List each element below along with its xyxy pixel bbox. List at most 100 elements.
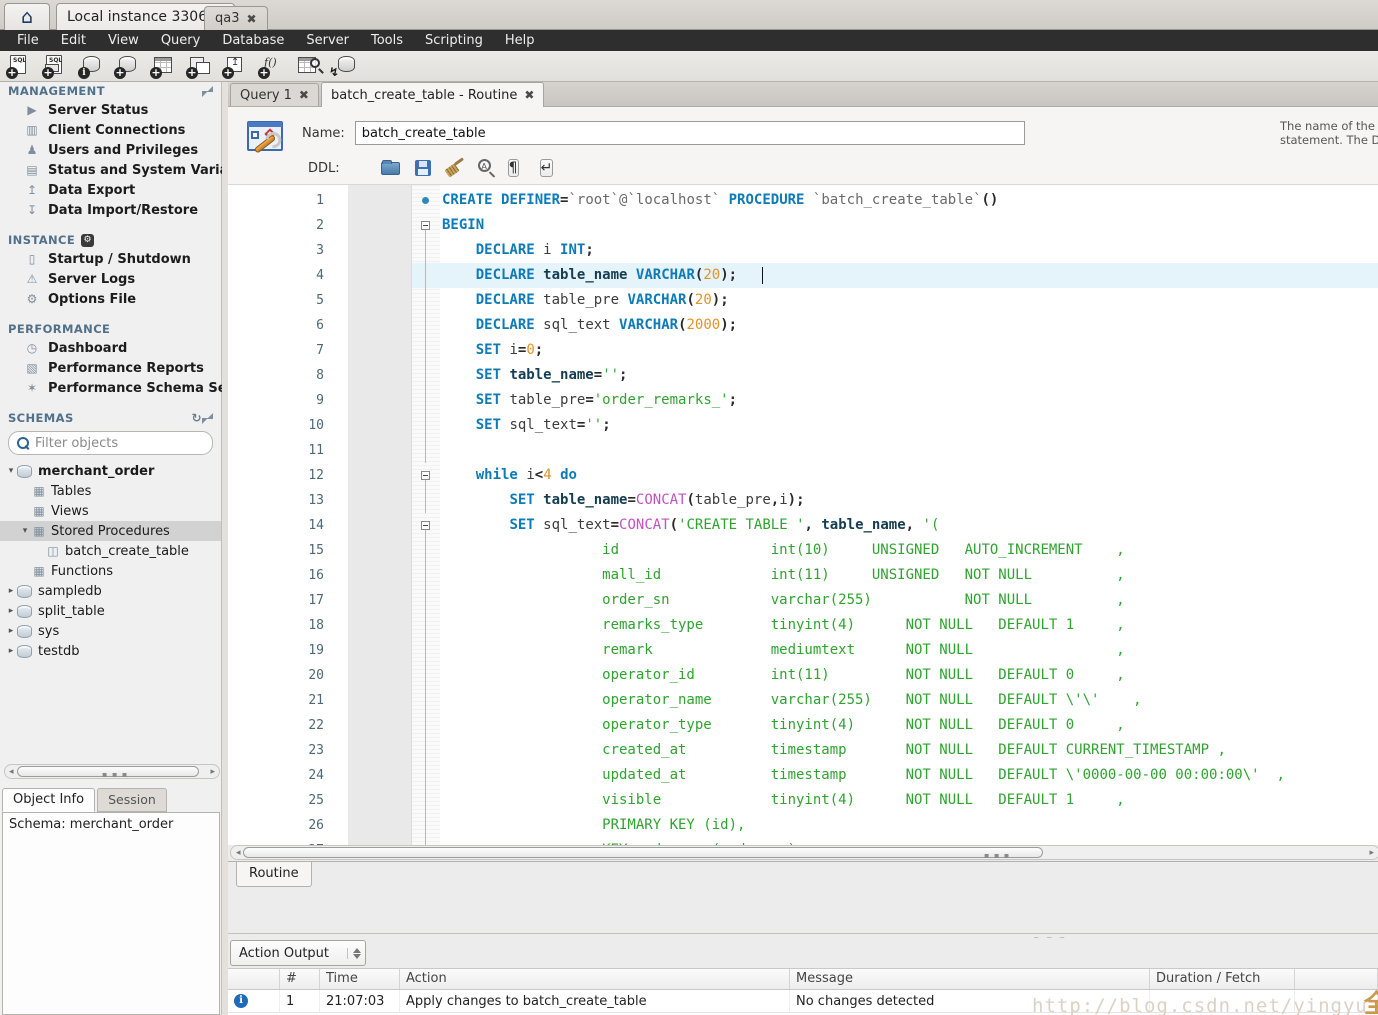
sidebar-item-options-file[interactable]: ⚙Options File bbox=[0, 289, 221, 309]
save-icon[interactable] bbox=[412, 157, 434, 179]
line-number: 2 bbox=[228, 218, 412, 233]
word-wrap-icon[interactable]: ↵ bbox=[540, 157, 562, 179]
open-file-icon[interactable] bbox=[380, 157, 402, 179]
search-data-icon[interactable] bbox=[294, 54, 321, 79]
output-column-duration-fetch[interactable]: Duration / Fetch bbox=[1150, 969, 1295, 989]
sidebar-item-data-export[interactable]: ↥Data Export bbox=[0, 180, 221, 200]
scroll-left-icon[interactable]: ◂ bbox=[236, 848, 241, 858]
tab-routine[interactable]: Routine bbox=[236, 862, 312, 887]
output-type-select[interactable]: Action Output bbox=[230, 940, 366, 966]
tree-item-testdb[interactable]: ▸testdb bbox=[0, 641, 221, 661]
create-procedure-icon[interactable]: + bbox=[222, 54, 249, 79]
routine-icon: ◫ bbox=[45, 544, 61, 558]
create-schema-icon[interactable]: + bbox=[114, 54, 141, 79]
sidebar-item-performance-schema-setup[interactable]: ✶Performance Schema Setup bbox=[0, 378, 221, 398]
tab-object-info[interactable]: Object Info bbox=[2, 788, 95, 812]
expand-icon[interactable] bbox=[202, 86, 213, 97]
output-splitter[interactable] bbox=[228, 933, 1378, 934]
chevron-right-icon[interactable]: ▸ bbox=[5, 586, 17, 596]
tab-routine-editor[interactable]: batch_create_table - Routine ✖ bbox=[321, 82, 545, 107]
sidebar-item-performance-reports[interactable]: ▧Performance Reports bbox=[0, 358, 221, 378]
code-text: DECLARE table_pre VARCHAR(20); bbox=[412, 288, 1378, 313]
menu-item-server[interactable]: Server bbox=[295, 30, 360, 51]
chevron-down-icon[interactable]: ▾ bbox=[5, 466, 17, 476]
tab-query-1[interactable]: Query 1 ✖ bbox=[230, 83, 319, 106]
chevron-down-icon[interactable]: ▾ bbox=[19, 526, 31, 536]
sidebar-horizontal-scrollbar[interactable]: ◂ ▪ ▪ ▪ ▸ bbox=[4, 764, 220, 779]
sidebar-bottom-tabs: Object Info Session bbox=[2, 788, 167, 812]
show-invisibles-icon[interactable]: ¶ bbox=[508, 157, 530, 179]
output-column-col0[interactable] bbox=[228, 969, 280, 989]
editor-horizontal-scrollbar[interactable]: ◂ ▪ ▪ ▪ ▸ bbox=[230, 845, 1378, 860]
menu-item-file[interactable]: File bbox=[6, 30, 50, 51]
tree-item-split-table[interactable]: ▸split_table bbox=[0, 601, 221, 621]
sql-code-editor[interactable]: 1CREATE DEFINER=`root`@`localhost` PROCE… bbox=[228, 185, 1378, 845]
close-icon[interactable]: ✖ bbox=[247, 13, 257, 25]
inspector-icon[interactable]: i bbox=[78, 54, 105, 79]
output-row[interactable]: i121:07:03Apply changes to batch_create_… bbox=[228, 990, 1378, 1013]
info-icon: i bbox=[234, 994, 248, 1008]
close-icon[interactable]: ✖ bbox=[299, 89, 309, 101]
wrench-icon: ⚙ bbox=[81, 234, 94, 247]
sidebar-item-status-and-system-variables[interactable]: ▤Status and System Variables bbox=[0, 160, 221, 180]
line-number: 12 bbox=[228, 468, 412, 483]
home-tab[interactable]: ⌂ bbox=[4, 3, 50, 30]
tree-item-functions[interactable]: ▦Functions bbox=[0, 561, 221, 581]
menu-item-query[interactable]: Query bbox=[150, 30, 212, 51]
sidebar-item-client-connections[interactable]: ▥Client Connections bbox=[0, 120, 221, 140]
output-column-col6[interactable] bbox=[1295, 969, 1378, 989]
create-table-icon[interactable]: + bbox=[150, 54, 177, 79]
scroll-left-icon[interactable]: ◂ bbox=[9, 767, 14, 777]
output-cell: No changes detected bbox=[790, 990, 1150, 1012]
reconnect-database-icon[interactable]: ↯ bbox=[330, 54, 357, 79]
tree-item-views[interactable]: ▦Views bbox=[0, 501, 221, 521]
sidebar-item-dashboard[interactable]: ◷Dashboard bbox=[0, 338, 221, 358]
fold-toggle-icon[interactable] bbox=[412, 513, 440, 538]
menu-item-view[interactable]: View bbox=[97, 30, 150, 51]
sidebar-item-server-status[interactable]: ▶Server Status bbox=[0, 100, 221, 120]
line-number: 18 bbox=[228, 618, 412, 633]
sidebar-item-users-and-privileges[interactable]: ♟Users and Privileges bbox=[0, 140, 221, 160]
tab-session[interactable]: Session bbox=[97, 788, 167, 812]
close-icon[interactable]: ✖ bbox=[524, 89, 534, 101]
output-column-[interactable]: # bbox=[280, 969, 320, 989]
routine-name-input[interactable] bbox=[355, 121, 1025, 145]
sidebar-item-startup-shutdown[interactable]: ▯Startup / Shutdown bbox=[0, 249, 221, 269]
output-column-message[interactable]: Message bbox=[790, 969, 1150, 989]
output-column-action[interactable]: Action bbox=[400, 969, 790, 989]
tree-item-sampledb[interactable]: ▸ sampledb bbox=[0, 581, 221, 601]
tree-item-batch-create-table[interactable]: ◫batch_create_table bbox=[0, 541, 221, 561]
data-export-icon: ↥ bbox=[24, 183, 40, 197]
tree-item-merchant-order[interactable]: ▾merchant_order bbox=[0, 461, 221, 481]
output-column-time[interactable]: Time bbox=[320, 969, 400, 989]
menu-item-edit[interactable]: Edit bbox=[50, 30, 97, 51]
beautify-icon[interactable] bbox=[444, 157, 466, 179]
tree-item-label: sampledb bbox=[38, 584, 102, 599]
chevron-right-icon[interactable]: ▸ bbox=[5, 646, 17, 656]
spinner-icons[interactable] bbox=[347, 948, 361, 959]
sidebar-item-data-import-restore[interactable]: ↧Data Import/Restore bbox=[0, 200, 221, 220]
connection-tab-qa3[interactable]: qa3 ✖ bbox=[204, 6, 268, 30]
scroll-right-icon[interactable]: ▸ bbox=[1369, 848, 1374, 858]
create-function-icon[interactable]: f()+ bbox=[258, 54, 285, 79]
scroll-right-icon[interactable]: ▸ bbox=[210, 767, 215, 777]
tree-item-stored-procedures[interactable]: ▾▦Stored Procedures bbox=[0, 521, 221, 541]
create-view-icon[interactable]: + bbox=[186, 54, 213, 79]
expand-icon[interactable] bbox=[202, 413, 213, 424]
menu-item-scripting[interactable]: Scripting bbox=[414, 30, 494, 51]
new-sql-tab-icon[interactable]: SQL+ bbox=[6, 54, 33, 79]
tree-item-tables[interactable]: ▦Tables bbox=[0, 481, 221, 501]
chevron-right-icon[interactable]: ▸ bbox=[5, 626, 17, 636]
chevron-right-icon[interactable]: ▸ bbox=[5, 606, 17, 616]
find-icon[interactable]: A bbox=[476, 157, 498, 179]
schema-filter-input[interactable] bbox=[35, 436, 185, 451]
tree-item-sys[interactable]: ▸sys bbox=[0, 621, 221, 641]
menu-item-database[interactable]: Database bbox=[211, 30, 295, 51]
open-sql-script-icon[interactable]: SQL+ bbox=[42, 54, 69, 79]
refresh-icon[interactable]: ↻ bbox=[192, 411, 202, 425]
sidebar-item-server-logs[interactable]: ⚠Server Logs bbox=[0, 269, 221, 289]
menu-item-help[interactable]: Help bbox=[494, 30, 546, 51]
menu-item-tools[interactable]: Tools bbox=[360, 30, 414, 51]
fold-toggle-icon[interactable] bbox=[412, 213, 440, 238]
fold-toggle-icon[interactable] bbox=[412, 463, 440, 488]
